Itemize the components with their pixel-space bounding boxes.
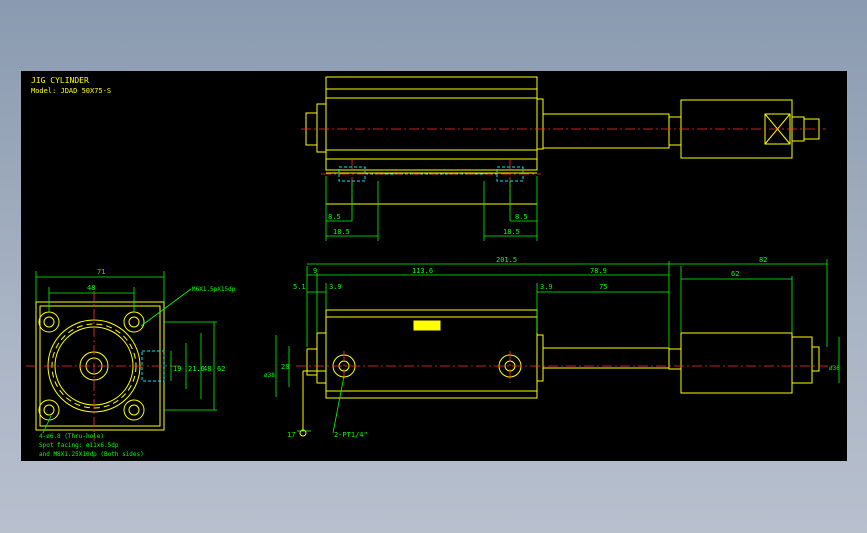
top-dimensions: 8.5 18.5 8.5 18.5 [325,176,538,241]
dim-label: 62 [217,365,225,373]
dim-label: 5.1 [293,283,306,291]
bolt-hole [38,311,60,333]
bolt-hole [38,399,60,421]
dim-label: M6X1.5pX15dp [192,286,236,293]
top-view [305,76,820,205]
dim-label: 20 [281,363,289,371]
dim-label: 71 [97,268,105,276]
side-centerlines [296,351,836,383]
cad-drawing-canvas[interactable]: JIG CYLINDER Model: JDAD 50X75-S 8.5 18.… [21,71,847,461]
top-body [325,76,538,171]
side-bracket [680,332,793,394]
side-view [299,309,820,437]
dim-label: 3.9 [540,283,553,291]
model-label: Model: JDAD 50X75-S [31,87,111,95]
dim-label: ø38 [264,372,275,379]
dim-label: ø36 [829,365,840,372]
dim-label: 3.9 [329,283,342,291]
cad-drawing: JIG CYLINDER Model: JDAD 50X75-S 8.5 18.… [26,76,840,458]
drawing-title: JIG CYLINDER [31,76,89,85]
dim-label: 48 [87,284,95,292]
dim-label: 18.5 [333,228,350,236]
port-label: 2-PT1/4" [334,431,368,439]
dim-label: 113.6 [412,267,433,275]
dim-label: 62 [731,270,739,278]
dim-label: 8.5 [515,213,528,221]
dim-label: 75 [599,283,607,291]
end-note: 4-ø6.8 (Thru-hole) [39,433,104,440]
side-rod [542,347,670,369]
dim-label: 8.5 [328,213,341,221]
dim-label: 19 [173,365,181,373]
dim-label: 18.5 [503,228,520,236]
dim-label: 201.5 [496,256,517,264]
side-nut [791,336,813,384]
end-note: and M8X1.25X10dp (Both sides) [39,451,144,458]
dim-label: 78.9 [590,267,607,275]
dim-label: 9 [313,267,317,275]
bolt-hole [123,399,145,421]
dim-label: 82 [759,256,767,264]
dim-label: 48 [203,365,211,373]
top-rod [542,113,670,149]
dim-label: 17 [287,431,295,439]
nameplate-logo [413,320,441,331]
end-note: Spot facing: ø11x6.5dp [39,442,119,449]
bolt-hole [123,311,145,333]
